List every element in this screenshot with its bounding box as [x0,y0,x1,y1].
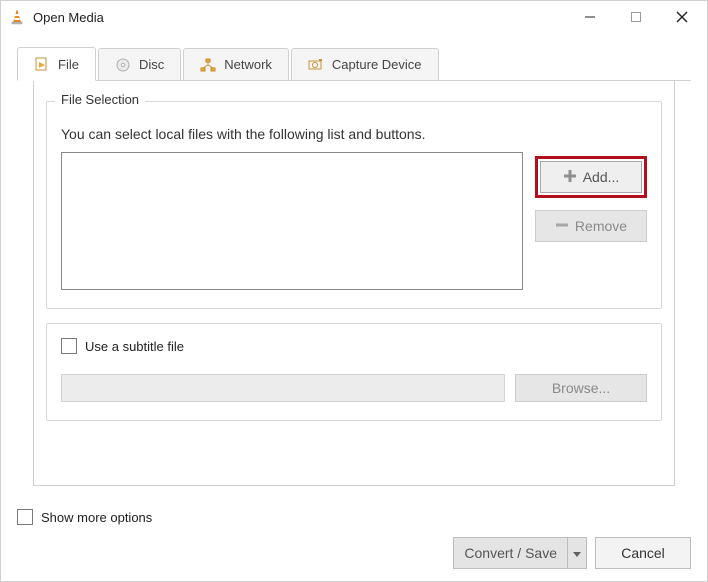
plus-icon [563,169,577,186]
file-icon [34,56,50,72]
window-title: Open Media [33,10,567,25]
subtitle-group: Use a subtitle file Browse... [46,323,662,421]
tab-network[interactable]: Network [183,48,289,80]
tab-disc[interactable]: Disc [98,48,181,80]
tab-capture-device[interactable]: Capture Device [291,48,439,80]
convert-save-label: Convert / Save [464,545,557,561]
convert-save-button[interactable]: Convert / Save [453,537,567,569]
cancel-button-label: Cancel [621,545,665,561]
minimize-button[interactable] [567,1,613,33]
add-button-highlight: Add... [535,156,647,198]
remove-button-label: Remove [575,218,627,234]
browse-button-label: Browse... [552,380,610,396]
minus-icon [555,218,569,235]
remove-button[interactable]: Remove [535,210,647,242]
close-button[interactable] [659,1,705,33]
use-subtitle-checkbox[interactable] [61,338,77,354]
add-button[interactable]: Add... [540,161,642,193]
file-selection-legend: File Selection [55,92,145,107]
cancel-button[interactable]: Cancel [595,537,691,569]
show-more-options-label: Show more options [41,510,152,525]
file-list[interactable] [61,152,523,290]
vlc-cone-icon [9,9,25,25]
tab-label: File [58,57,79,72]
subtitle-path-field [61,374,505,402]
browse-button[interactable]: Browse... [515,374,647,402]
convert-save-split-button[interactable]: Convert / Save [453,537,587,569]
chevron-down-icon [573,545,581,561]
file-selection-group: File Selection You can select local file… [46,101,662,309]
file-selection-description: You can select local files with the foll… [61,126,647,142]
tab-panel-file: File Selection You can select local file… [33,81,675,486]
add-button-label: Add... [583,169,620,185]
capture-device-icon [308,57,324,73]
show-more-options-checkbox[interactable] [17,509,33,525]
tab-label: Network [224,57,272,72]
disc-icon [115,57,131,73]
tab-label: Capture Device [332,57,422,72]
network-icon [200,57,216,73]
maximize-button[interactable] [613,1,659,33]
tab-file[interactable]: File [17,47,96,81]
convert-save-dropdown-button[interactable] [567,537,587,569]
tab-label: Disc [139,57,164,72]
use-subtitle-label: Use a subtitle file [85,339,184,354]
